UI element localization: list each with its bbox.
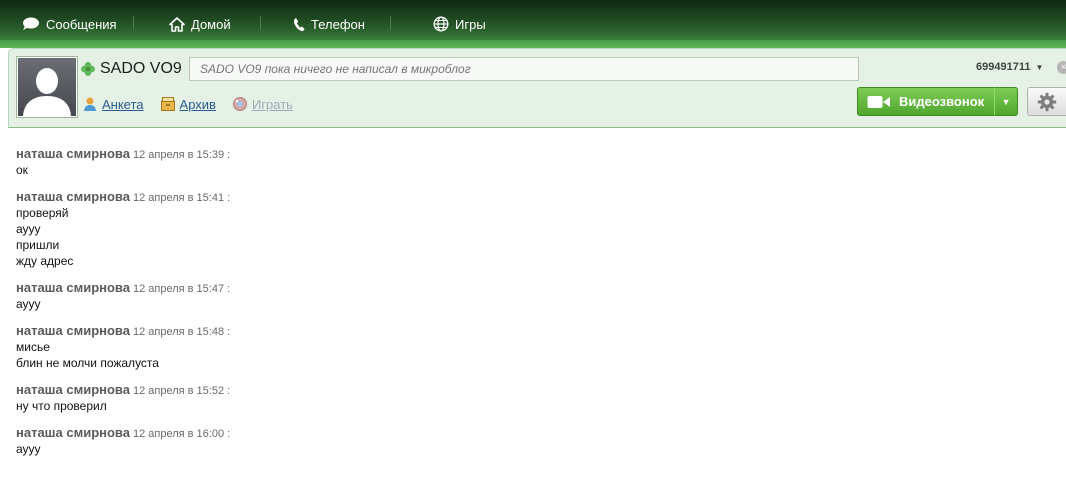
message-text: аууу bbox=[16, 222, 41, 236]
message-item: наташа смирнова 12 апреля в 15:52 : ну что… bbox=[16, 382, 1056, 414]
message-timestamp: 12 апреля в 15:41 : bbox=[132, 192, 231, 204]
message-header: наташа смирнова 12 апреля в 15:52 : bbox=[16, 382, 1056, 398]
video-call-button[interactable]: Видеозвонок bbox=[857, 87, 995, 116]
message-header: наташа смирнова 12 апреля в 15:41 : bbox=[16, 189, 1056, 205]
nav-divider bbox=[390, 16, 391, 30]
message-text: пришли bbox=[16, 238, 60, 252]
account-number: 699491711 bbox=[976, 61, 1031, 73]
person-icon bbox=[82, 96, 98, 112]
contact-name: SADO VO9 bbox=[80, 60, 182, 78]
message-header: наташа смирнова 12 апреля в 15:39 : bbox=[16, 146, 1056, 162]
message-text: аууу bbox=[16, 442, 41, 456]
contact-name-text: SADO VO9 bbox=[100, 60, 182, 77]
nav-divider bbox=[133, 16, 134, 30]
message-author: наташа смирнова bbox=[16, 382, 130, 397]
globe-icon bbox=[433, 16, 449, 32]
games-icon bbox=[232, 96, 248, 112]
message-author: наташа смирнова bbox=[16, 323, 130, 338]
message-header: наташа смирнова 12 апреля в 15:48 : bbox=[16, 323, 1056, 339]
message-item: наташа смирнова 12 апреля в 15:39 : ок bbox=[16, 146, 1056, 178]
message-author: наташа смирнова bbox=[16, 146, 130, 161]
play-link[interactable]: Играть bbox=[232, 96, 293, 112]
message-timestamp: 12 апреля в 15:39 : bbox=[132, 149, 231, 161]
gear-icon bbox=[1037, 92, 1057, 112]
tab-phone-label: Телефон bbox=[311, 16, 365, 32]
message-item: наташа смирнова 12 апреля в 15:41 : провер… bbox=[16, 189, 1056, 269]
message-header: наташа смирнова 12 апреля в 15:47 : bbox=[16, 280, 1056, 296]
profile-link-label: Анкета bbox=[102, 96, 144, 112]
microblog-status-input[interactable] bbox=[189, 57, 859, 81]
message-text: проверяй bbox=[16, 206, 69, 220]
caret-down-icon: ▼ bbox=[1035, 62, 1044, 72]
archive-icon bbox=[160, 96, 176, 112]
message-item: наташа смирнова 12 апреля в 15:48 : мисье б… bbox=[16, 323, 1056, 371]
message-text: ну что проверил bbox=[16, 399, 107, 413]
tab-games-label: Игры bbox=[455, 16, 486, 32]
phone-icon bbox=[293, 17, 305, 32]
message-text: ок bbox=[16, 163, 28, 177]
archive-link[interactable]: Архив bbox=[160, 96, 216, 112]
tab-home-label: Домой bbox=[191, 16, 231, 32]
play-link-label: Играть bbox=[251, 96, 293, 112]
message-author: наташа смирнова bbox=[16, 189, 130, 204]
video-call-label: Видеозвонок bbox=[899, 94, 985, 109]
message-text: блин не молчи пожалуста bbox=[16, 356, 159, 370]
nav-divider bbox=[260, 16, 261, 30]
message-timestamp: 12 апреля в 16:00 : bbox=[132, 428, 231, 440]
contact-links: Анкета Архив Играть bbox=[82, 96, 309, 112]
default-avatar-silhouette bbox=[18, 58, 76, 116]
video-call-options-button[interactable]: ▼ bbox=[994, 87, 1018, 116]
message-text: мисье bbox=[16, 340, 50, 354]
home-icon bbox=[169, 16, 185, 32]
tab-messages-label: Сообщения bbox=[46, 16, 117, 32]
settings-button[interactable] bbox=[1027, 87, 1066, 116]
message-item: наташа смирнова 12 апреля в 16:00 : аууу bbox=[16, 425, 1056, 457]
message-author: наташа смирнова bbox=[16, 280, 130, 295]
avatar[interactable] bbox=[16, 56, 78, 118]
message-timestamp: 12 апреля в 15:52 : bbox=[132, 385, 231, 397]
close-icon[interactable]: × bbox=[1057, 61, 1066, 74]
account-number-dropdown[interactable]: 699491711 ▼ bbox=[976, 61, 1043, 73]
message-timestamp: 12 апреля в 15:47 : bbox=[132, 283, 231, 295]
online-status-icon bbox=[80, 61, 96, 77]
header-accent-bar bbox=[0, 40, 1066, 48]
message-text: аууу bbox=[16, 297, 41, 311]
message-author: наташа смирнова bbox=[16, 425, 130, 440]
profile-link[interactable]: Анкета bbox=[82, 96, 144, 112]
speech-bubble-icon bbox=[22, 17, 40, 31]
message-history: наташа смирнова 12 апреля в 15:39 : ок ната… bbox=[16, 146, 1056, 468]
message-header: наташа смирнова 12 апреля в 16:00 : bbox=[16, 425, 1056, 441]
message-item: наташа смирнова 12 апреля в 15:47 : аууу bbox=[16, 280, 1056, 312]
archive-link-label: Архив bbox=[179, 96, 216, 112]
caret-down-icon: ▼ bbox=[1001, 96, 1011, 107]
message-timestamp: 12 апреля в 15:48 : bbox=[132, 326, 231, 338]
video-camera-icon bbox=[867, 95, 891, 109]
message-text: жду адрес bbox=[16, 254, 74, 268]
